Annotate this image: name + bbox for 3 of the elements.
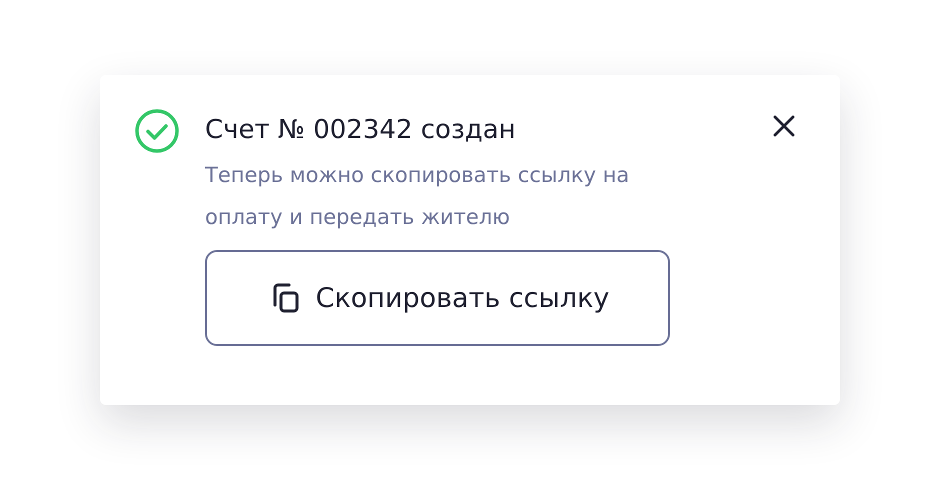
notification-message: Теперь можно скопировать ссылку на оплату и передать жителю bbox=[205, 162, 630, 231]
notification-title: Счет № 002342 создан bbox=[205, 114, 516, 147]
copy-link-button[interactable]: Скопировать ссылку bbox=[205, 250, 670, 346]
